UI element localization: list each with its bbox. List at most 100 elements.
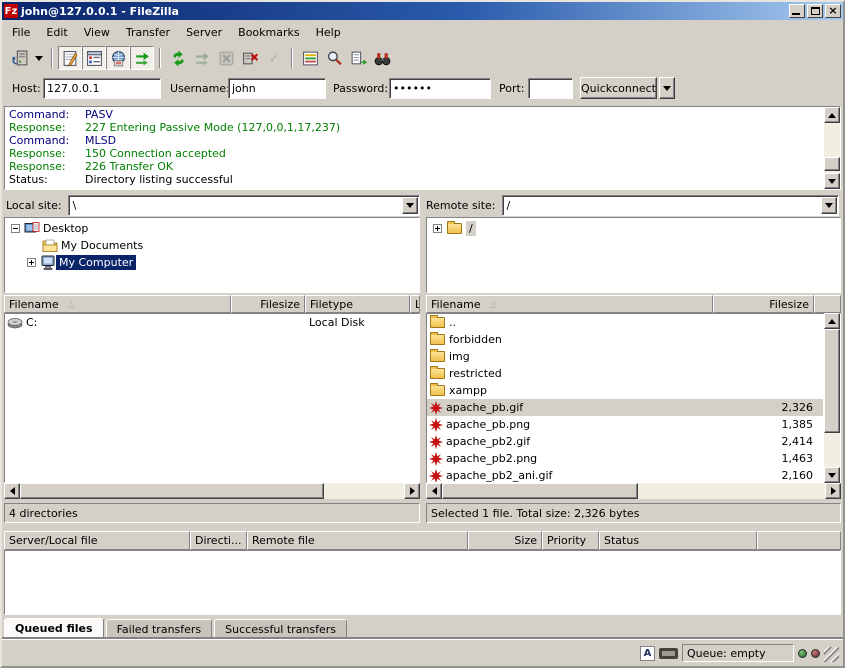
scroll-up-button[interactable] [824,313,840,329]
menu-server[interactable]: Server [178,24,230,41]
tab-failed-transfers[interactable]: Failed transfers [106,619,213,639]
menu-bookmarks[interactable]: Bookmarks [230,24,307,41]
scroll-left-button[interactable] [426,483,442,499]
site-manager-dropdown-button[interactable] [32,46,46,70]
resize-grip[interactable] [824,647,839,662]
file-row[interactable]: restricted [427,365,823,382]
tab-queued-files[interactable]: Queued files [4,618,104,639]
file-row[interactable]: xampp [427,382,823,399]
tab-successful-transfers[interactable]: Successful transfers [214,619,347,639]
file-row[interactable]: apache_pb2_ani.gif2,160 [427,467,823,483]
scrollbar-thumb[interactable] [442,483,638,499]
column-filetype[interactable]: Filetype [305,295,410,313]
column-server-local-file[interactable]: Server/Local file [4,531,190,550]
file-row-selected[interactable]: apache_pb.gif2,326 [427,399,823,416]
expand-icon[interactable] [27,258,36,267]
tree-item-label[interactable]: Desktop [40,221,91,236]
log-text: 150 Connection accepted [85,147,226,160]
refresh-button[interactable] [166,46,190,70]
scroll-down-button[interactable] [824,467,840,483]
column-filesize[interactable]: Filesize [713,295,814,313]
remote-site-dropdown-button[interactable] [821,197,837,214]
file-row[interactable]: forbidden [427,331,823,348]
port-input[interactable] [528,78,573,99]
tree-item-label[interactable]: My Documents [58,238,146,253]
expand-icon[interactable] [433,224,442,233]
remote-list-vscrollbar[interactable] [824,313,840,483]
maximize-icon [811,7,820,15]
toggle-local-tree-button[interactable] [82,46,106,70]
disconnect-button[interactable] [238,46,262,70]
toggle-queue-button[interactable] [130,46,154,70]
password-input[interactable] [389,78,491,99]
toggle-remote-tree-button[interactable] [106,46,130,70]
maximize-button[interactable] [807,4,823,18]
file-row-c-drive[interactable]: C: Local Disk [5,314,419,331]
data-type-indicator-icon[interactable]: A [640,646,655,661]
reconnect-button[interactable]: ✓ [262,46,286,70]
menu-help[interactable]: Help [308,24,349,41]
scrollbar-thumb[interactable] [824,329,840,433]
remote-list-hscrollbar[interactable] [426,483,841,499]
scroll-down-button[interactable] [824,173,840,189]
tree-item-label[interactable]: My Computer [56,255,136,270]
menu-view[interactable]: View [76,24,118,41]
local-list-hscrollbar[interactable] [4,483,420,499]
column-filesize[interactable]: Filesize [231,295,305,313]
tree-item-root[interactable]: / [427,220,840,237]
file-row[interactable]: apache_pb2.gif2,414 [427,433,823,450]
column-status[interactable]: Status [599,531,757,550]
menu-edit[interactable]: Edit [38,24,75,41]
chevron-down-icon [825,203,833,208]
tree-item-my-documents[interactable]: My Documents [5,237,419,254]
file-row[interactable]: apache_pb2.png1,463 [427,450,823,467]
toggle-message-log-button[interactable] [58,46,82,70]
scroll-left-button[interactable] [4,483,20,499]
local-site-combo[interactable]: \ [68,195,420,216]
close-button[interactable]: × [825,4,841,18]
window-title: john@127.0.0.1 - FileZilla [21,5,179,18]
synchronized-browsing-button[interactable] [322,46,346,70]
scrollbar-thumb[interactable] [824,157,840,171]
local-site-bar: Local site: \ [6,194,420,216]
minimize-button[interactable] [789,4,805,18]
log-scrollbar[interactable] [824,107,840,189]
column-filename[interactable]: Filename△ [4,295,231,313]
collapse-icon[interactable] [11,224,20,233]
cancel-operation-button[interactable] [214,46,238,70]
tree-item-my-computer[interactable]: My Computer [5,254,419,271]
column-size[interactable]: Size [468,531,542,550]
file-row[interactable]: img [427,348,823,365]
file-row[interactable]: .. [427,314,823,331]
tree-item-desktop[interactable]: Desktop [5,220,419,237]
directory-comparison-button[interactable] [298,46,322,70]
quickconnect-button[interactable]: Quickconnect [580,77,657,99]
column-priority[interactable]: Priority [542,531,599,550]
speed-limit-indicator-icon[interactable] [659,648,678,659]
menu-file[interactable]: File [4,24,38,41]
log-label: Response: [9,160,85,173]
column-direction[interactable]: Directi... [190,531,247,550]
file-row[interactable]: apache_pb.png1,385 [427,416,823,433]
site-manager-button[interactable] [8,46,32,70]
local-site-dropdown-button[interactable] [402,197,418,214]
host-input[interactable] [43,78,161,99]
find-files-button[interactable] [370,46,394,70]
queue-list[interactable] [4,550,841,615]
column-remote-file[interactable]: Remote file [247,531,468,550]
tree-item-label[interactable]: / [466,221,476,236]
scroll-up-button[interactable] [824,107,840,123]
message-log[interactable]: Command:PASV Response:227 Entering Passi… [4,106,841,190]
scroll-right-button[interactable] [404,483,420,499]
process-queue-button[interactable] [190,46,214,70]
remote-site-combo[interactable]: / [502,195,839,216]
username-input[interactable] [228,78,326,99]
menu-transfer[interactable]: Transfer [118,24,178,41]
scrollbar-thumb[interactable] [20,483,324,499]
column-last-modified[interactable]: L [410,295,420,313]
title-bar[interactable]: Fz john@127.0.0.1 - FileZilla × [2,2,843,20]
column-filename[interactable]: Filename△ [426,295,713,313]
filter-button[interactable] [346,46,370,70]
scroll-right-button[interactable] [825,483,841,499]
quickconnect-dropdown-button[interactable] [659,77,675,99]
